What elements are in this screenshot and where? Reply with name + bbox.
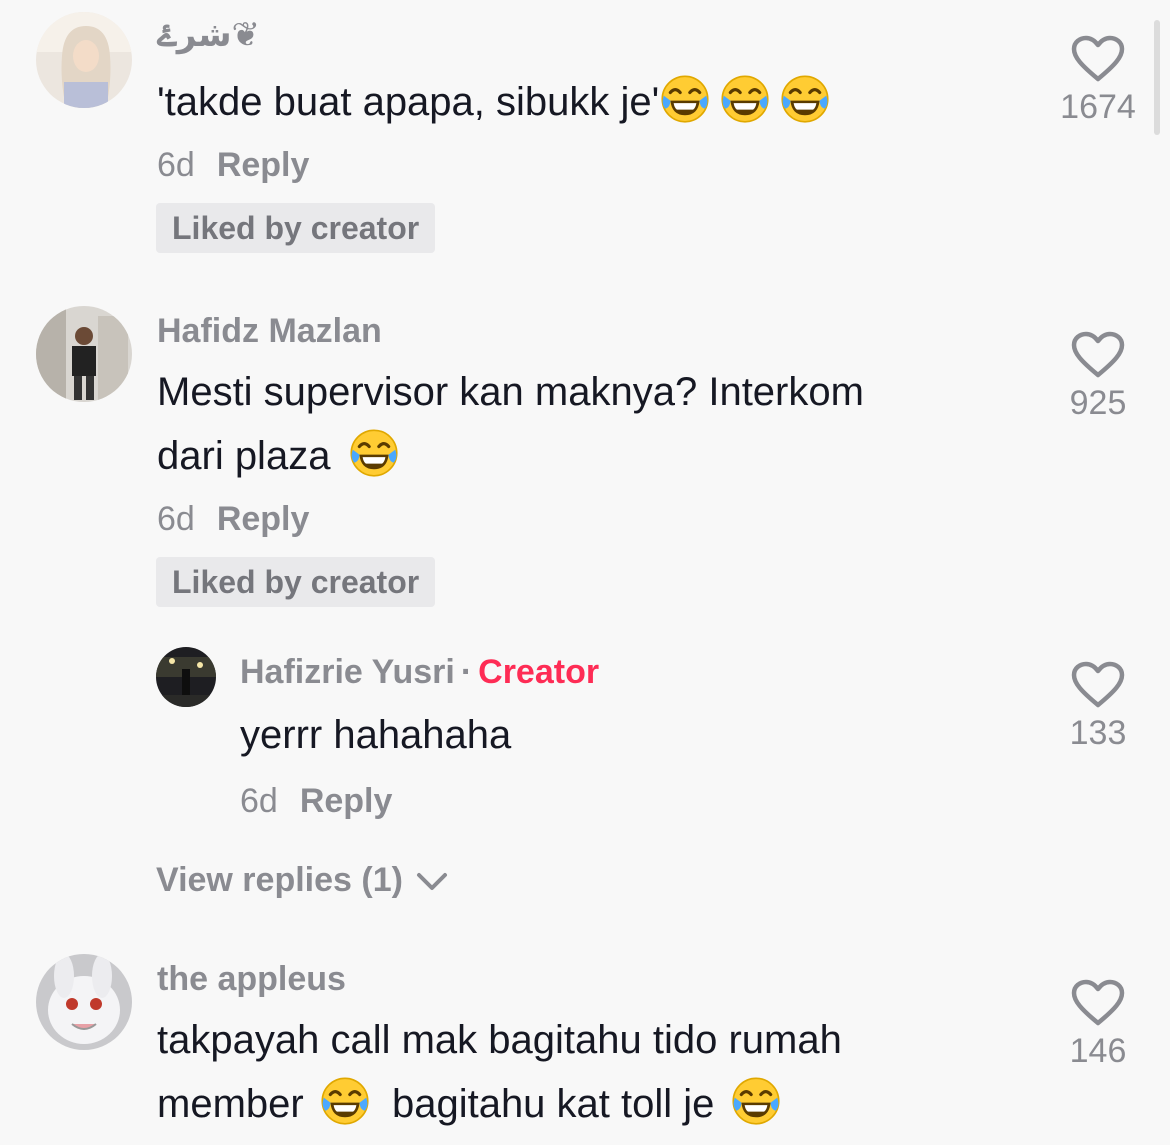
face-with-tears-of-joy-icon	[319, 1075, 371, 1127]
face-with-tears-of-joy-icon	[348, 427, 400, 479]
reply-time: 6d	[240, 782, 278, 820]
reply-button[interactable]: Reply	[217, 500, 310, 538]
comment-text-line: Mesti supervisor kan maknya? Interkom	[157, 370, 864, 414]
face-with-tears-of-joy-icon	[719, 73, 771, 125]
avatar[interactable]	[156, 647, 216, 707]
face-with-tears-of-joy-icon	[779, 73, 831, 125]
like-count: 1674	[1060, 88, 1136, 126]
like-button[interactable]: 146	[1048, 978, 1148, 1071]
like-count: 925	[1069, 384, 1127, 422]
comment-text: Mesti supervisor kan maknya? Interkom da…	[157, 360, 864, 488]
reply-button[interactable]: Reply	[217, 146, 310, 184]
like-button[interactable]: 925	[1048, 330, 1148, 423]
face-with-tears-of-joy-icon	[730, 1075, 782, 1127]
reply-button[interactable]: Reply	[300, 782, 393, 820]
comment-text-content: 'takde buat apapa, sibukk je'	[157, 80, 660, 124]
avatar-image	[36, 954, 132, 1050]
heart-outline-icon[interactable]	[1071, 978, 1125, 1028]
avatar[interactable]	[36, 12, 132, 108]
reply-header: Hafizrie Yusri · Creator	[240, 653, 599, 692]
reply-text: yerrr hahahaha	[240, 713, 512, 757]
heart-outline-icon[interactable]	[1071, 330, 1125, 380]
avatar[interactable]	[36, 306, 132, 402]
like-button[interactable]: 1674	[1048, 34, 1148, 127]
comment-text-part: member	[157, 1082, 304, 1126]
comment-text-line-wrap: member bagitahu kat toll je	[157, 1072, 842, 1136]
comment-time: 6d	[157, 500, 195, 538]
face-with-tears-of-joy-icon	[659, 73, 711, 125]
liked-by-creator-badge: Liked by creator	[156, 557, 436, 607]
like-count: 133	[1069, 714, 1127, 752]
comment-time: 6d	[157, 146, 195, 184]
chevron-down-icon	[417, 873, 448, 891]
reply-username[interactable]: Hafizrie Yusri	[240, 653, 455, 691]
comment-text: takpayah call mak bagitahu tido rumah me…	[157, 1008, 842, 1136]
comment-text-line: dari plaza	[157, 434, 331, 478]
creator-label: Creator	[478, 653, 600, 691]
scrollbar[interactable]	[1154, 20, 1160, 135]
heart-outline-icon[interactable]	[1071, 34, 1125, 84]
comment-username[interactable]: Hafidz Mazlan	[157, 312, 382, 351]
like-button[interactable]: 133	[1048, 660, 1148, 753]
avatar-image	[36, 12, 132, 108]
reply-meta: 6d Reply	[240, 782, 392, 821]
comment-username[interactable]: the appleus	[157, 960, 346, 999]
comment-meta: 6d Reply	[157, 500, 309, 539]
comment-text-line: takpayah call mak bagitahu tido rumah	[157, 1018, 842, 1062]
like-count: 146	[1069, 1032, 1127, 1070]
comment-username[interactable]: شرۓ❦	[157, 14, 260, 55]
liked-by-creator-badge: Liked by creator	[156, 203, 436, 253]
heart-outline-icon[interactable]	[1071, 660, 1125, 710]
view-replies-label: View replies (1)	[156, 861, 403, 899]
comment-text-line-wrap: dari plaza	[157, 424, 864, 488]
comment-text: 'takde buat apapa, sibukk je'	[157, 70, 831, 134]
avatar[interactable]	[36, 954, 132, 1050]
avatar-image	[36, 306, 132, 402]
view-replies-button[interactable]: View replies (1)	[156, 861, 448, 900]
separator-dot: ·	[460, 653, 473, 691]
comment-text-part: bagitahu kat toll je	[391, 1082, 715, 1126]
comment-meta: 6d Reply	[157, 146, 309, 185]
avatar-image	[156, 647, 216, 707]
